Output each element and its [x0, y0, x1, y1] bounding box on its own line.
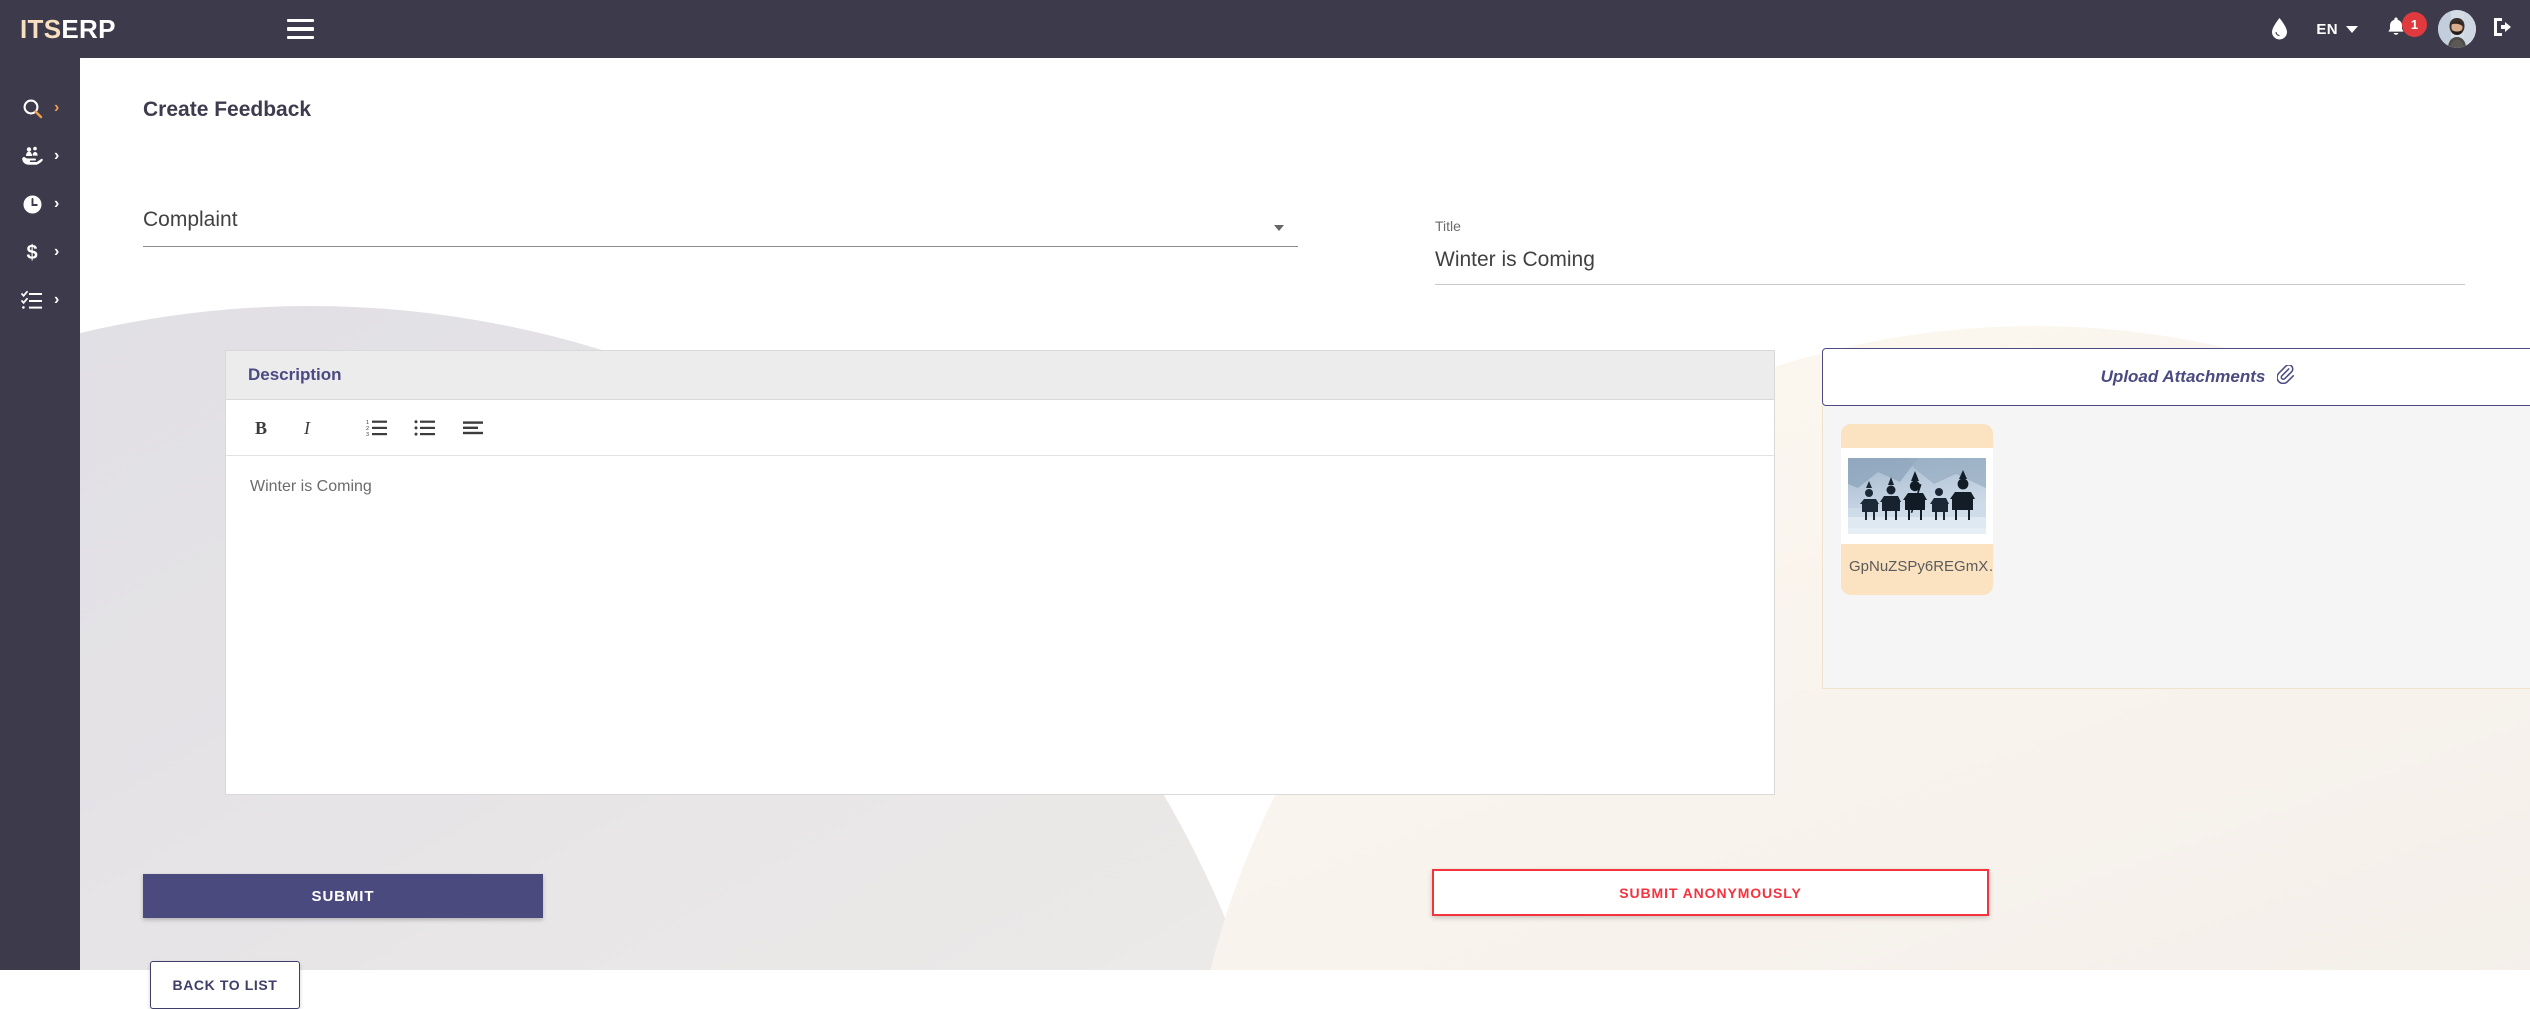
- sidebar-item-tasks[interactable]: ›: [0, 276, 80, 324]
- sidebar-item-time[interactable]: ›: [0, 180, 80, 228]
- description-header: Description: [226, 351, 1774, 400]
- title-input[interactable]: Winter is Coming: [1435, 248, 2465, 284]
- svg-text:B: B: [255, 418, 267, 438]
- dollar-sign-icon: $: [18, 241, 46, 263]
- sidebar-expand-arrow: ›: [54, 243, 60, 260]
- chevron-down-icon: [1274, 225, 1284, 231]
- svg-text:I: I: [303, 418, 311, 438]
- notifications-button[interactable]: 1: [2372, 0, 2427, 58]
- left-sidebar: › › › $ › ›: [0, 58, 80, 970]
- chevron-down-icon: [2346, 25, 2358, 33]
- sidebar-expand-arrow: ›: [54, 291, 60, 308]
- description-editor[interactable]: Winter is Coming: [226, 456, 1774, 794]
- attachment-thumbnail-frame: [1841, 448, 1993, 544]
- field-underline: [1435, 284, 2465, 285]
- logout-icon: [2492, 16, 2516, 43]
- bell-wrapper: 1: [2386, 11, 2427, 43]
- tasks-list-icon: [18, 290, 46, 310]
- top-navbar: ITSERP EN 1: [0, 0, 2530, 58]
- description-title: Description: [248, 365, 342, 384]
- navbar-actions: EN 1: [2257, 0, 2530, 58]
- upload-attachments-label: Upload Attachments: [2100, 367, 2266, 386]
- field-underline: [143, 246, 1298, 247]
- ordered-list-icon[interactable]: 1 2 3: [358, 409, 396, 447]
- clock-icon: [18, 194, 46, 215]
- sidebar-expand-arrow: ›: [54, 99, 60, 116]
- title-field[interactable]: Title Winter is Coming: [1435, 218, 2465, 285]
- water-drop-icon: [2271, 18, 2288, 40]
- theme-toggle-button[interactable]: [2257, 0, 2302, 58]
- svg-text:$: $: [26, 242, 37, 263]
- description-card: Description B I 1 2 3 Winter is Coming: [225, 350, 1775, 795]
- sidebar-item-services[interactable]: ›: [0, 132, 80, 180]
- avatar[interactable]: [2438, 10, 2476, 48]
- title-label: Title: [1435, 218, 1461, 234]
- feedback-type-select[interactable]: Complaint: [143, 208, 1298, 247]
- logout-button[interactable]: [2492, 16, 2516, 43]
- bold-icon[interactable]: B: [242, 409, 280, 447]
- attachment-item[interactable]: GpNuZSPy6REGmX…: [1841, 424, 1993, 595]
- svg-text:3: 3: [366, 432, 369, 438]
- sidebar-item-finance[interactable]: $ ›: [0, 228, 80, 276]
- search-icon: [18, 98, 46, 119]
- attachment-filename: GpNuZSPy6REGmX…: [1849, 558, 1993, 575]
- hamburger-icon[interactable]: [287, 14, 321, 44]
- submit-button[interactable]: SUBMIT: [143, 874, 543, 918]
- paperclip-icon: [2276, 364, 2295, 389]
- app-logo[interactable]: ITSERP: [0, 14, 165, 45]
- sidebar-expand-arrow: ›: [54, 195, 60, 212]
- description-text: Winter is Coming: [250, 478, 372, 495]
- italic-icon[interactable]: I: [290, 409, 328, 447]
- logo-prefix: ITS: [20, 13, 62, 44]
- snow-riders-thumbnail: [1848, 458, 1986, 534]
- page-title: Create Feedback: [143, 98, 312, 121]
- upload-attachments-button[interactable]: Upload Attachments: [1822, 348, 2530, 406]
- feedback-type-value: Complaint: [143, 208, 238, 231]
- back-to-list-button[interactable]: BACK TO LIST: [150, 961, 300, 1009]
- logo-suffix: ERP: [61, 13, 116, 44]
- submit-anonymously-button[interactable]: SUBMIT ANONYMOUSLY: [1432, 869, 1989, 916]
- hand-holding-people-icon: [18, 146, 46, 167]
- unordered-list-icon[interactable]: [406, 409, 444, 447]
- notification-badge: 1: [2402, 11, 2427, 37]
- attachments-panel: GpNuZSPy6REGmX…: [1822, 406, 2530, 689]
- main-content: Create Feedback Complaint Title Winter i…: [80, 58, 2530, 1009]
- rich-text-toolbar: B I 1 2 3: [226, 400, 1774, 456]
- align-left-icon[interactable]: [454, 409, 492, 447]
- sidebar-item-search[interactable]: ›: [0, 84, 80, 132]
- language-selector[interactable]: EN: [2302, 0, 2372, 58]
- attachments-section: Upload Attachments GpNuZSPy6REGmX…: [1822, 348, 2530, 689]
- language-label: EN: [2316, 20, 2338, 38]
- sidebar-expand-arrow: ›: [54, 147, 60, 164]
